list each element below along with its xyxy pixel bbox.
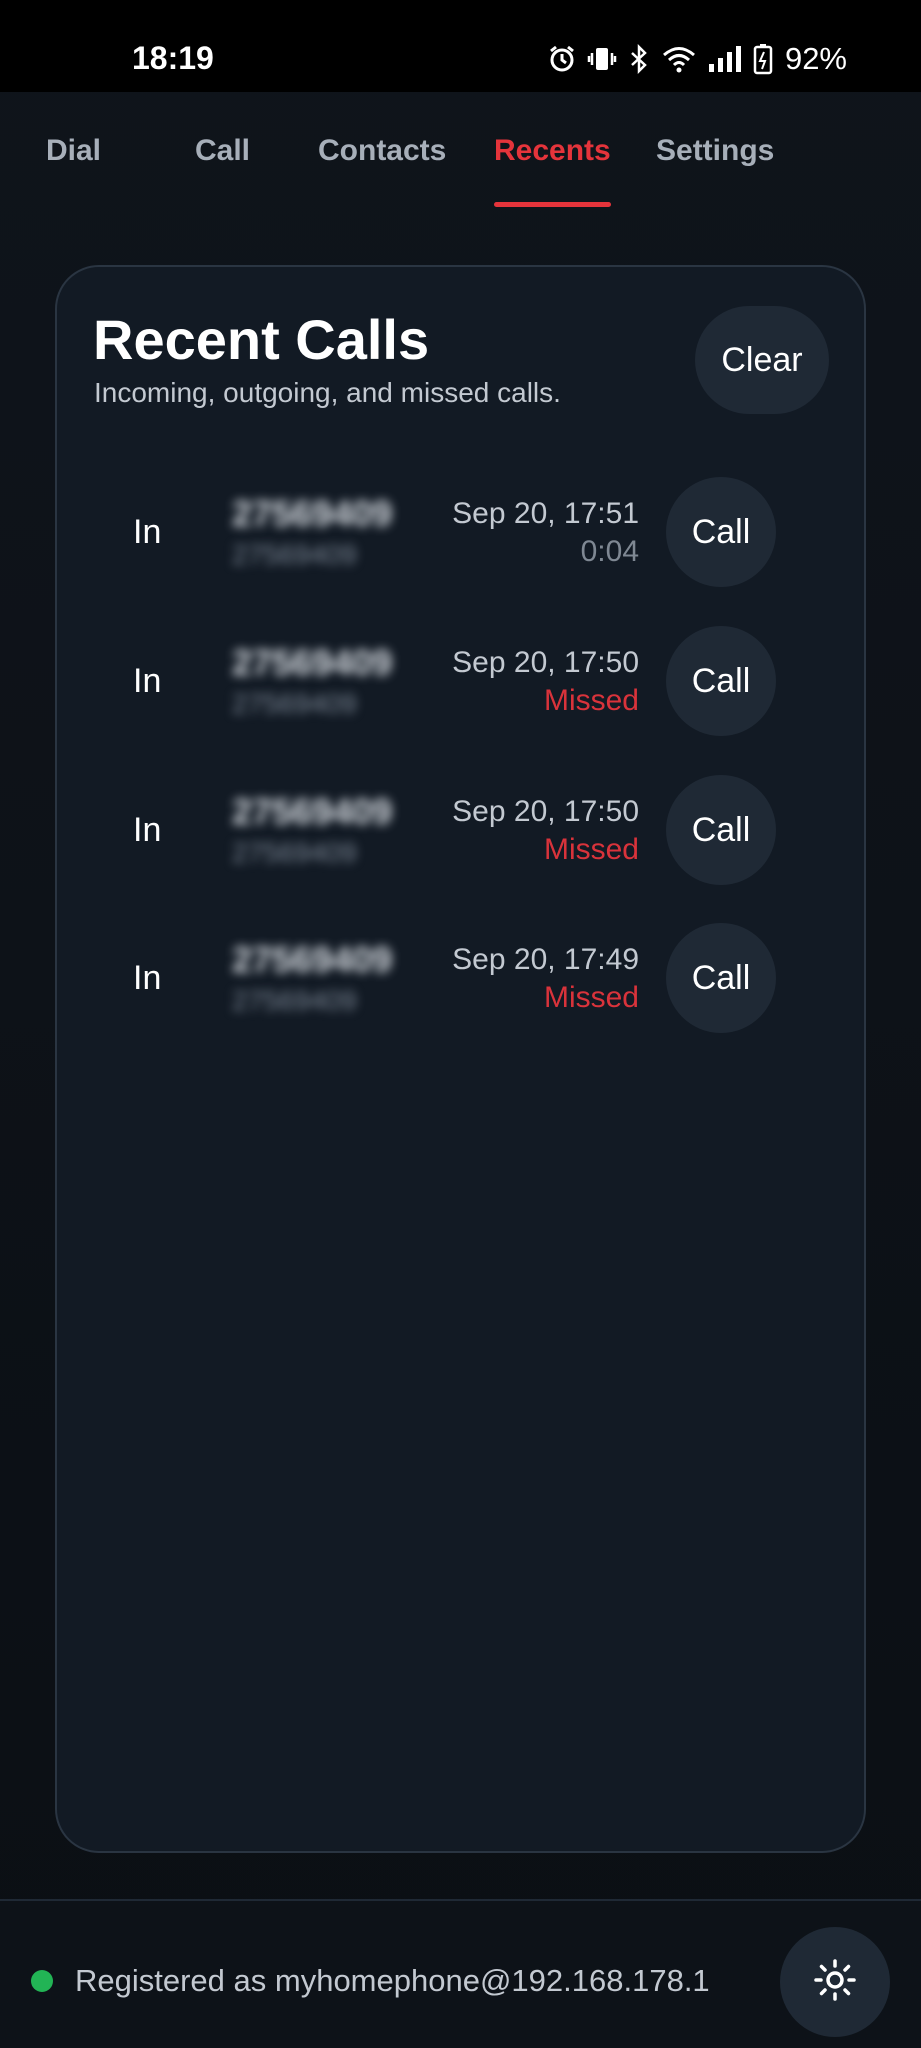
call-missed-status: Missed [543,981,639,1014]
call-duration: 0:04 [580,535,639,568]
tab-recents[interactable]: Recents [494,134,611,207]
signal-icon [707,44,743,74]
caller-number: 27569409 [232,539,357,570]
page-title: Recent Calls [93,308,430,371]
battery-icon [753,43,773,75]
caller-name: 27569409 [232,791,393,832]
call-back-button[interactable]: Call [666,923,776,1033]
alarm-icon [547,44,577,74]
registration-status-dot [31,1970,53,1992]
caller-number: 27569409 [232,688,357,719]
call-row: In 27569409 27569409 Sep 20, 17:49 Misse… [57,923,864,1033]
call-missed-status: Missed [543,833,639,866]
call-direction: In [133,513,162,551]
tab-dial[interactable]: Dial [46,134,101,204]
call-direction: In [133,811,162,849]
caller-name: 27569409 [232,642,393,683]
call-row: In 27569409 27569409 Sep 20, 17:51 0:04 … [57,477,864,587]
call-back-button[interactable]: Call [666,626,776,736]
theme-toggle-button[interactable] [780,1927,890,2037]
tab-settings[interactable]: Settings [656,134,774,204]
caller-name: 27569409 [232,939,393,980]
caller-name: 27569409 [232,493,393,534]
tab-bar: Dial Call Contacts Recents Settings [0,92,921,212]
wifi-icon [661,44,697,74]
call-timestamp: Sep 20, 17:50 [452,795,639,828]
bluetooth-icon [627,44,651,74]
call-row: In 27569409 27569409 Sep 20, 17:50 Misse… [57,775,864,885]
call-direction: In [133,662,162,700]
call-timestamp: Sep 20, 17:49 [452,943,639,976]
call-timestamp: Sep 20, 17:51 [452,497,639,530]
tab-call[interactable]: Call [195,134,250,204]
caller-number: 27569409 [232,985,357,1016]
call-back-button[interactable]: Call [666,477,776,587]
registration-status-text: Registered as myhomephone@192.168.178.1 [75,1963,710,1998]
registration-footer: Registered as myhomephone@192.168.178.1 [0,1899,921,2048]
page-subtitle: Incoming, outgoing, and missed calls. [94,377,561,408]
call-direction: In [133,959,162,997]
vibrate-icon [587,44,617,74]
tab-contacts[interactable]: Contacts [318,134,446,204]
call-back-button[interactable]: Call [666,775,776,885]
caller-number: 27569409 [232,837,357,868]
status-time: 18:19 [132,40,214,76]
sun-icon [811,1956,859,2009]
call-row: In 27569409 27569409 Sep 20, 17:50 Misse… [57,626,864,736]
call-missed-status: Missed [543,684,639,717]
battery-percentage: 92% [784,41,847,76]
call-timestamp: Sep 20, 17:50 [452,646,639,679]
status-bar: 18:19 92% [0,0,921,92]
clear-button[interactable]: Clear [695,306,829,414]
status-icons: 92% [547,40,847,78]
recent-calls-card: Recent Calls Incoming, outgoing, and mis… [55,265,866,1853]
